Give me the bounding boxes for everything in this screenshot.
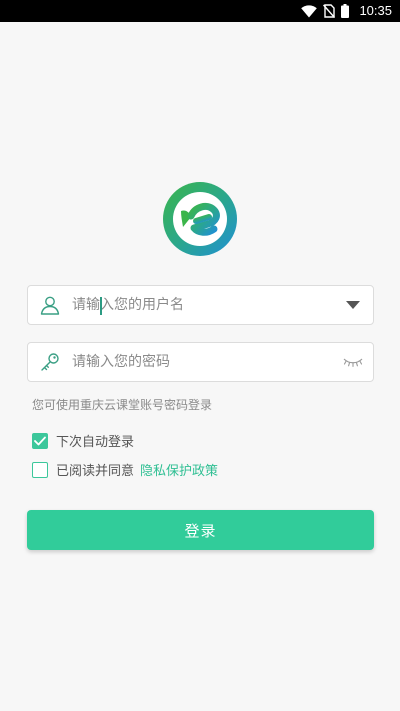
auto-login-label: 下次自动登录 [56,435,135,450]
username-field[interactable] [27,285,374,325]
status-time: 10:35 [359,3,392,18]
agreement-label: 已阅读并同意 [56,464,135,479]
auto-login-checkbox[interactable] [32,432,48,449]
battery-icon [341,0,350,22]
no-sim-icon [323,0,336,22]
status-bar: 10:35 [0,0,400,22]
app-logo [162,181,238,257]
text-caret [100,297,102,315]
login-button[interactable]: 登录 [27,510,374,550]
wifi-icon [301,0,318,22]
auto-login-row[interactable]: 下次自动登录 [32,431,134,450]
password-field[interactable] [27,342,374,382]
username-input[interactable] [72,286,333,324]
user-icon [28,286,72,324]
login-hint: 您可使用重庆云课堂账号密码登录 [32,398,213,412]
password-input[interactable] [72,343,333,381]
key-icon [28,343,72,381]
agreement-row[interactable]: 已阅读并同意 隐私保护政策 [32,460,218,479]
dropdown-arrow-icon[interactable] [333,286,373,324]
agreement-checkbox[interactable] [32,461,48,478]
eye-closed-icon[interactable] [333,343,373,381]
privacy-policy-link[interactable]: 隐私保护政策 [140,460,218,479]
login-screen: 10:35 请输入您的用户名 您可使用重庆云课堂账号密码登录 下次自动登录 已阅… [0,0,400,711]
